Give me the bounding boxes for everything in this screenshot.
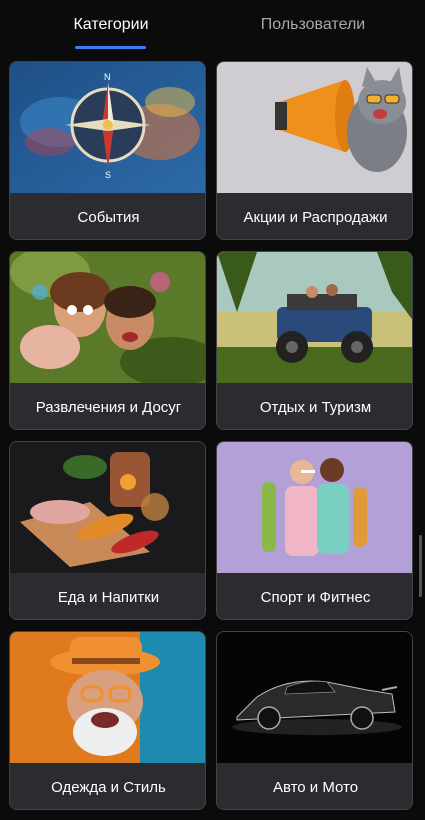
category-card-food[interactable]: Еда и Напитки (9, 441, 206, 620)
scrollbar[interactable] (419, 535, 422, 597)
category-card-sport[interactable]: Спорт и Фитнес (216, 441, 413, 620)
category-label: Акции и Распродажи (243, 208, 388, 226)
category-label: Еда и Напитки (57, 588, 160, 606)
categories-grid: N S События Акции и Распродажи Развлечен… (0, 0, 425, 820)
category-card-travel[interactable]: Отдых и Туризм (216, 251, 413, 430)
category-card-sales[interactable]: Акции и Распродажи (216, 61, 413, 240)
compass-icon: N S (10, 62, 205, 193)
sports-car-image (217, 632, 412, 763)
category-label: События (77, 208, 140, 226)
friends-party-image (10, 252, 205, 383)
cat-megaphone-image (217, 62, 412, 193)
category-card-fashion[interactable]: Одежда и Стиль (9, 631, 206, 810)
category-card-entertainment[interactable]: Развлечения и Досуг (9, 251, 206, 430)
category-label: Спорт и Фитнес (260, 588, 371, 606)
svg-text:S: S (105, 170, 111, 180)
category-label: Развлечения и Досуг (35, 398, 182, 416)
category-card-events[interactable]: N S События (9, 61, 206, 240)
category-card-auto[interactable]: Авто и Мото (216, 631, 413, 810)
category-label: Одежда и Стиль (51, 778, 166, 796)
category-label: Авто и Мото (272, 778, 359, 796)
food-drinks-image (10, 442, 205, 573)
fitness-couple-image (217, 442, 412, 573)
category-label: Отдых и Туризм (259, 398, 372, 416)
svg-text:N: N (104, 72, 111, 82)
offroad-jeep-image (217, 252, 412, 383)
stylish-grandpa-image (10, 632, 205, 763)
